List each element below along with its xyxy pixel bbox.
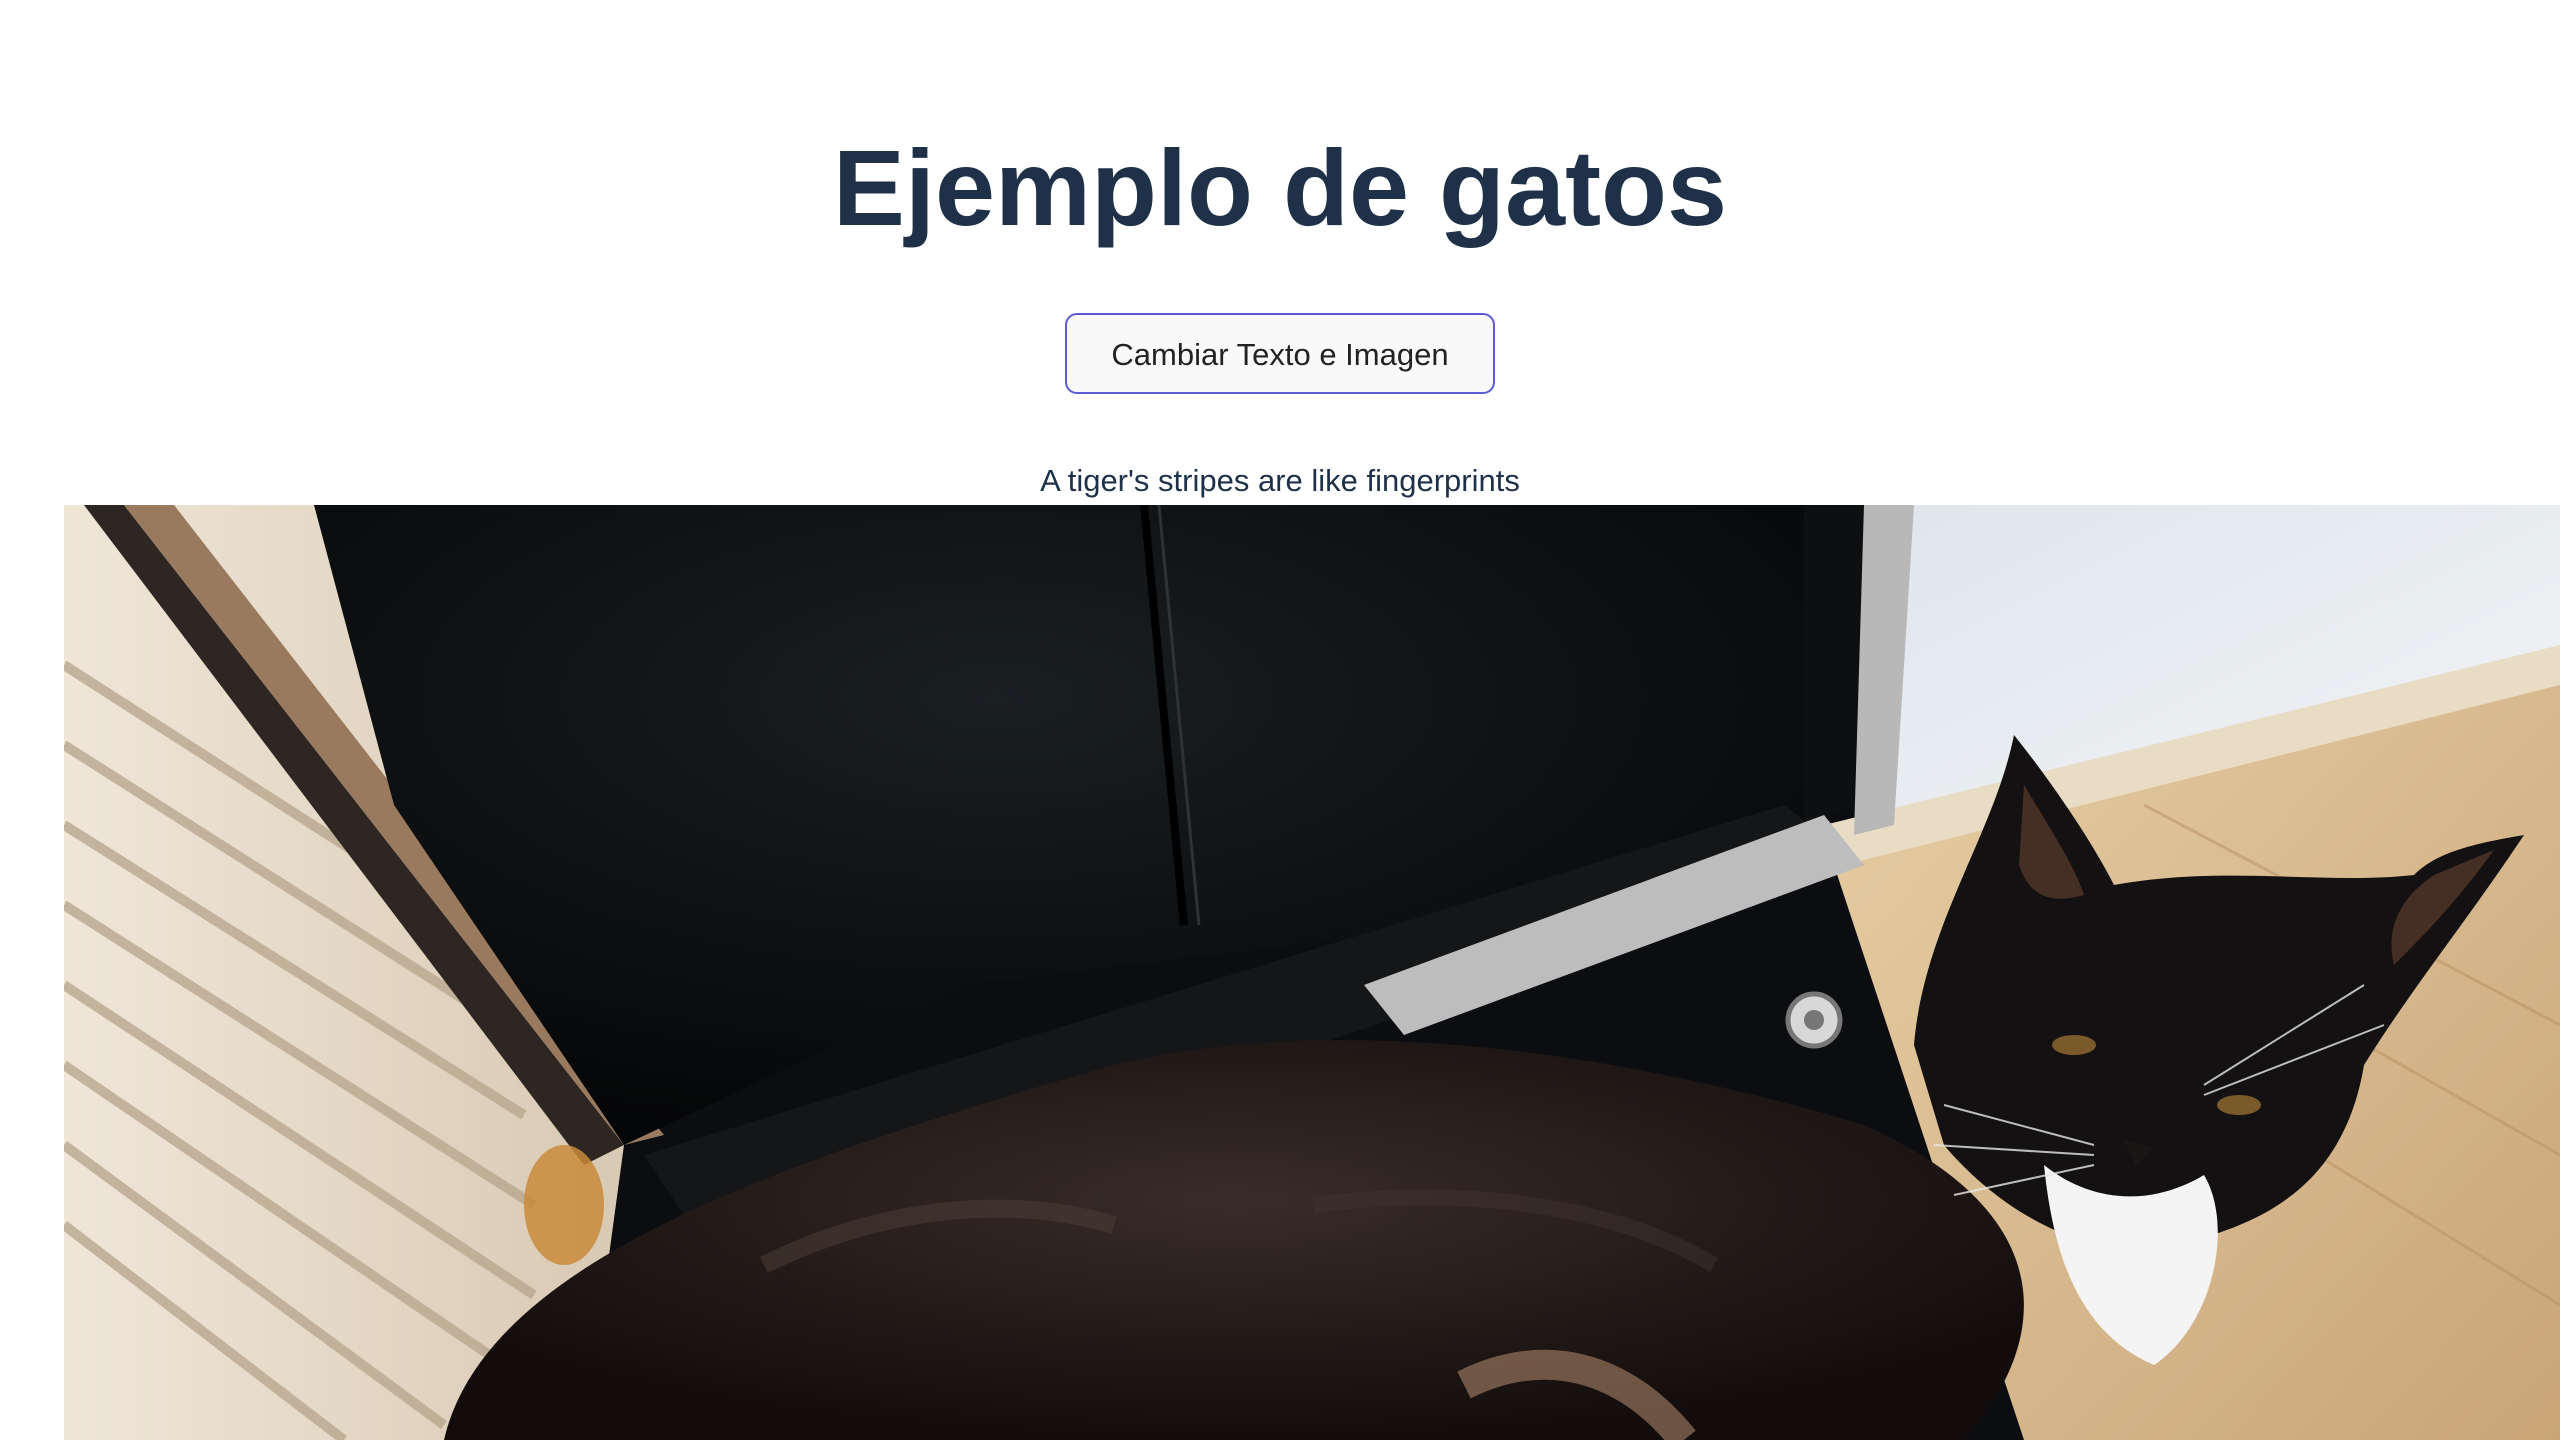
button-container: Cambiar Texto e Imagen bbox=[0, 313, 2560, 394]
page-title: Ejemplo de gatos bbox=[832, 127, 1728, 248]
page: Ejemplo de gatos Cambiar Texto e Imagen … bbox=[0, 0, 2560, 1440]
cat-fact-text: A tiger's stripes are like fingerprints bbox=[1040, 463, 1520, 498]
cat-photo bbox=[64, 505, 2560, 1440]
change-text-image-button[interactable]: Cambiar Texto e Imagen bbox=[1065, 313, 1495, 394]
